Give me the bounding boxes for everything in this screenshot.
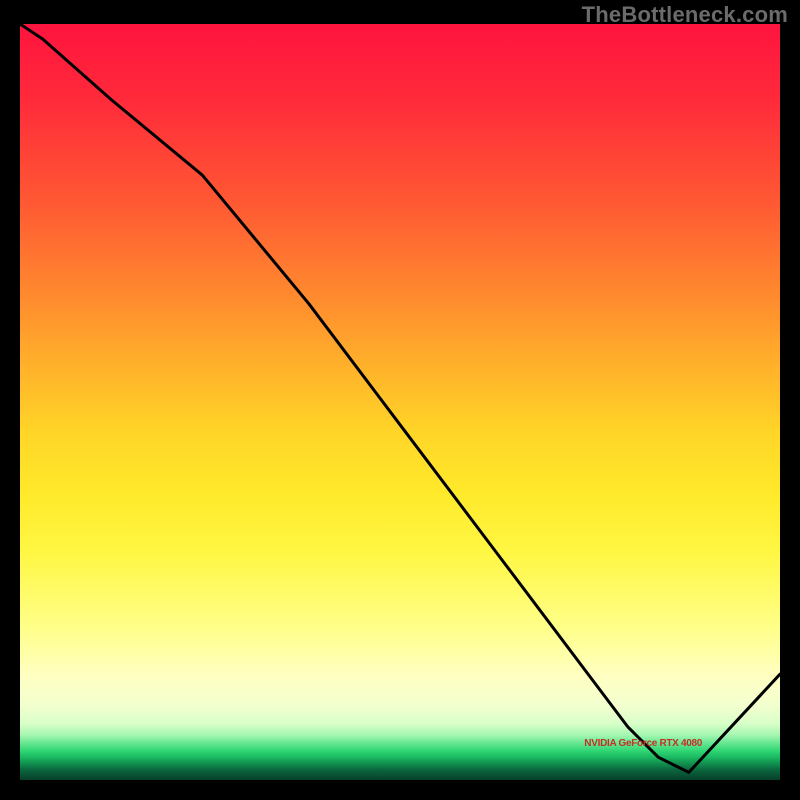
chart-frame: TheBottleneck.com NVIDIA GeForce RTX 408…: [0, 0, 800, 800]
bottleneck-curve: [20, 24, 780, 780]
plot-area: NVIDIA GeForce RTX 4080: [20, 24, 780, 780]
gpu-annotation: NVIDIA GeForce RTX 4080: [584, 738, 702, 749]
